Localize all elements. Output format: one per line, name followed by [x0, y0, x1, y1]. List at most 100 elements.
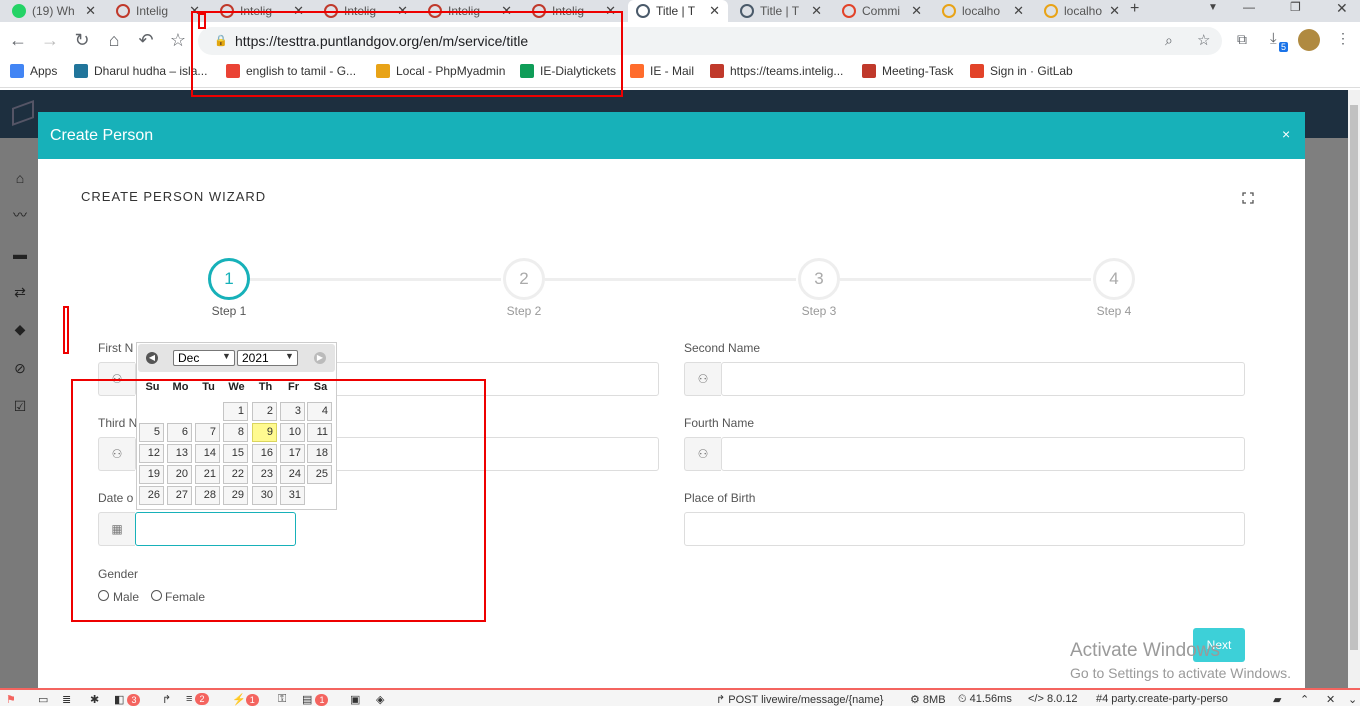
- download-icon[interactable]: ⤓: [1270, 30, 1277, 47]
- page-star-icon[interactable]: ☆: [1197, 31, 1210, 49]
- cache-icon[interactable]: ▣: [350, 693, 360, 706]
- calendar-day[interactable]: 19: [139, 465, 164, 484]
- profile-avatar[interactable]: [1298, 29, 1320, 51]
- calendar-day[interactable]: 5: [139, 423, 164, 442]
- calendar-day[interactable]: 29: [223, 486, 248, 505]
- browser-tab[interactable]: Commi ✕: [834, 0, 930, 22]
- scrollbar-thumb[interactable]: [1350, 105, 1358, 650]
- wizard-step-1[interactable]: 1: [208, 258, 250, 300]
- fullscreen-icon[interactable]: [1242, 192, 1254, 204]
- calendar-day[interactable]: 10: [280, 423, 305, 442]
- close-icon[interactable]: ✕: [811, 3, 822, 19]
- chart-nav-icon[interactable]: 〰: [12, 207, 28, 223]
- views-icon[interactable]: ◧ 3: [114, 693, 141, 706]
- home-nav-icon[interactable]: ⌂: [12, 170, 28, 186]
- bookmark-item[interactable]: Meeting-Task: [862, 64, 953, 78]
- date-of-birth-input[interactable]: [135, 512, 296, 546]
- calendar-day[interactable]: 16: [252, 444, 277, 463]
- close-icon[interactable]: ✕: [911, 3, 922, 19]
- calendar-day[interactable]: 15: [223, 444, 248, 463]
- zoom-icon[interactable]: ⌕: [1165, 32, 1173, 49]
- folder-icon[interactable]: ▰: [1273, 693, 1281, 706]
- wizard-step-4[interactable]: 4: [1093, 258, 1135, 300]
- events-icon[interactable]: ⚡ 1: [232, 693, 259, 706]
- bookmark-item[interactable]: IE-Dialytickets: [520, 64, 616, 78]
- calendar-day[interactable]: 28: [195, 486, 220, 505]
- close-icon[interactable]: ✕: [605, 3, 616, 19]
- browser-tab[interactable]: Intelig ✕: [420, 0, 520, 22]
- calendar-day[interactable]: 25: [307, 465, 332, 484]
- prev-month-icon[interactable]: ◀: [146, 352, 158, 364]
- calendar-day[interactable]: 9: [252, 423, 277, 442]
- close-icon[interactable]: ✕: [709, 3, 720, 19]
- browser-tab[interactable]: Intelig ✕: [524, 0, 624, 22]
- calendar-day[interactable]: 8: [223, 423, 248, 442]
- browser-tab[interactable]: Intelig ✕: [316, 0, 416, 22]
- calendar-day[interactable]: 12: [139, 444, 164, 463]
- browser-tab[interactable]: (19) Wh ✕: [4, 0, 104, 22]
- calendar-day[interactable]: 1: [223, 402, 248, 421]
- bookmark-item[interactable]: Local - PhpMyadmin: [376, 64, 505, 78]
- calendar-day[interactable]: 26: [139, 486, 164, 505]
- calendar-day[interactable]: 6: [167, 423, 192, 442]
- male-radio[interactable]: [98, 590, 109, 601]
- timeline-icon[interactable]: ≣: [62, 693, 71, 706]
- close-icon[interactable]: ✕: [501, 3, 512, 19]
- messages-icon[interactable]: ▭: [38, 693, 48, 706]
- bookmark-item[interactable]: Apps: [10, 64, 57, 78]
- undo-icon[interactable]: ↶: [136, 30, 156, 50]
- browser-tab[interactable]: Title | T ✕: [628, 0, 728, 22]
- calendar-day[interactable]: 13: [167, 444, 192, 463]
- browser-tab[interactable]: Intelig ✕: [212, 0, 312, 22]
- home-icon[interactable]: ⌂: [104, 30, 124, 50]
- debugbar-close-icon[interactable]: ✕: [1326, 693, 1335, 706]
- tag-nav-icon[interactable]: ◆: [12, 321, 28, 337]
- calendar-day[interactable]: 7: [195, 423, 220, 442]
- window-close-icon[interactable]: ✕: [1336, 0, 1348, 17]
- route-dropdown[interactable]: #4 party.create-party-perso: [1096, 693, 1266, 705]
- calendar-day[interactable]: 22: [223, 465, 248, 484]
- browser-tab[interactable]: Title | T ✕: [732, 0, 830, 22]
- calendar-day[interactable]: 14: [195, 444, 220, 463]
- car-nav-icon[interactable]: ▬: [12, 246, 28, 262]
- lock-icon[interactable]: 🔒: [214, 34, 228, 47]
- calendar-day[interactable]: 17: [280, 444, 305, 463]
- new-tab-button[interactable]: +: [1130, 0, 1139, 18]
- crop-icon[interactable]: ⧉: [1237, 31, 1247, 48]
- minimize-icon[interactable]: —: [1243, 0, 1255, 14]
- fourth-name-input[interactable]: [721, 437, 1245, 471]
- close-icon[interactable]: ✕: [1013, 3, 1024, 19]
- bookmark-star-icon[interactable]: ☆: [168, 30, 188, 50]
- back-icon[interactable]: ←: [8, 30, 28, 50]
- calendar-day[interactable]: 30: [252, 486, 277, 505]
- bookmark-item[interactable]: english to tamil - G...: [226, 64, 356, 78]
- close-icon[interactable]: ✕: [189, 3, 200, 19]
- url-text[interactable]: https://testtra.puntlandgov.org/en/m/ser…: [235, 33, 528, 49]
- female-radio[interactable]: [151, 590, 162, 601]
- restore-icon[interactable]: ❐: [1290, 0, 1301, 14]
- second-name-input[interactable]: [721, 362, 1245, 396]
- menu-dots-icon[interactable]: ⋮: [1336, 30, 1350, 47]
- request-icon[interactable]: ▤ 1: [302, 693, 329, 706]
- wizard-step-3[interactable]: 3: [798, 258, 840, 300]
- browser-tab[interactable]: localho ✕: [934, 0, 1032, 22]
- queries-icon[interactable]: ≡ 2: [186, 693, 209, 705]
- modal-close-button[interactable]: ×: [1282, 126, 1290, 142]
- tab-search-icon[interactable]: ▼: [1208, 2, 1218, 13]
- calendar-day[interactable]: 20: [167, 465, 192, 484]
- ban-nav-icon[interactable]: ⊘: [12, 360, 28, 376]
- route-icon[interactable]: ↱: [162, 693, 171, 706]
- close-icon[interactable]: ✕: [1109, 3, 1120, 19]
- calendar-day[interactable]: 2: [252, 402, 277, 421]
- calendar-day[interactable]: 27: [167, 486, 192, 505]
- calendar-day[interactable]: 23: [252, 465, 277, 484]
- close-icon[interactable]: ✕: [293, 3, 304, 19]
- next-month-icon[interactable]: ▶: [314, 352, 326, 364]
- tags-icon[interactable]: ◈: [376, 693, 384, 706]
- wizard-step-2[interactable]: 2: [503, 258, 545, 300]
- collapse-icon[interactable]: ⌃: [1300, 693, 1309, 706]
- reload-icon[interactable]: ↻: [72, 30, 92, 50]
- browser-tab[interactable]: Intelig ✕: [108, 0, 208, 22]
- close-icon[interactable]: ✕: [397, 3, 408, 19]
- check-nav-icon[interactable]: ☑: [12, 398, 28, 414]
